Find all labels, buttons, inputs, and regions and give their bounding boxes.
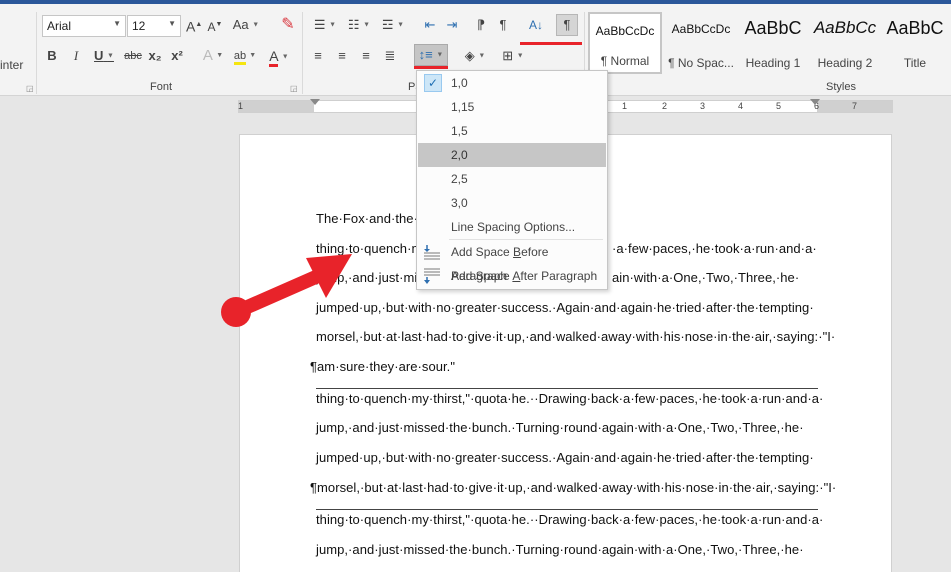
checkmark-icon: ✓	[424, 74, 442, 92]
menu-item-label: Line Spacing Options...	[451, 220, 576, 234]
spacing-option-2-0[interactable]: 2,0	[418, 143, 606, 167]
spacing-option-label: 2,0	[451, 148, 468, 162]
spacing-option-label: 1,0	[451, 76, 468, 90]
line-spacing-menu: ✓ 1,0 1,15 1,5 2,0 2,5 3,0 Line Spacing …	[416, 70, 608, 290]
line-spacing-options-item[interactable]: Line Spacing Options...	[418, 215, 606, 239]
spacing-option-3-0[interactable]: 3,0	[418, 191, 606, 215]
spacing-option-label: 1,15	[451, 100, 475, 114]
spacing-option-1-0[interactable]: ✓ 1,0	[418, 71, 606, 95]
spacing-option-1-5[interactable]: 1,5	[418, 119, 606, 143]
space-after-icon	[424, 268, 440, 284]
add-space-before-item[interactable]: Add Space Before Paragraph	[418, 240, 606, 283]
spacing-option-label: 2,5	[451, 172, 468, 186]
spacing-option-label: 1,5	[451, 124, 468, 138]
spacing-option-1-15[interactable]: 1,15	[418, 95, 606, 119]
menu-item-label: Add Space After Paragraph	[451, 269, 598, 283]
spacing-option-label: 3,0	[451, 196, 468, 210]
add-space-after-item[interactable]: Add Space After Paragraph	[418, 264, 606, 288]
spacing-option-2-5[interactable]: 2,5	[418, 167, 606, 191]
space-before-icon	[424, 245, 440, 260]
